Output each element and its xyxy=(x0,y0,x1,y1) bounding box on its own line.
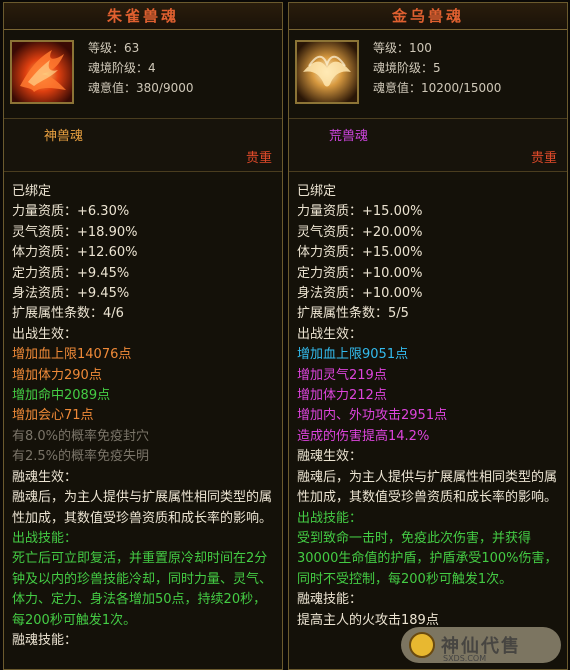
attribute-line: 融魂技能： xyxy=(12,632,78,648)
item-title: 金乌兽魂 xyxy=(289,3,567,30)
level-text: 等级：63 xyxy=(88,41,140,55)
attribute-line: 力量资质：+6.30% xyxy=(12,204,130,220)
attribute-line: 融魂后，为主人提供与扩展属性相同类型的属性加成，其数值受珍兽资质和成长率的影响。 xyxy=(12,490,273,526)
attribute-line: 灵气资质：+18.90% xyxy=(12,224,138,240)
attribute-line: 增加体力290点 xyxy=(12,367,102,383)
phoenix-icon xyxy=(10,40,74,104)
attribute-line: 增加体力212点 xyxy=(297,388,387,404)
attribute-line: 体力资质：+12.60% xyxy=(12,245,138,261)
golden-bird-icon xyxy=(295,40,359,104)
attribute-line: 扩展属性条数：4/6 xyxy=(12,306,124,322)
attribute-line: 融魂后，为主人提供与扩展属性相同类型的属性加成，其数值受珍兽资质和成长率的影响。 xyxy=(297,469,558,506)
attribute-line: 灵气资质：+20.00% xyxy=(297,224,423,240)
attribute-line: 增加内、外功攻击2951点 xyxy=(297,408,448,424)
attribute-line: 力量资质：+15.00% xyxy=(297,204,423,220)
attribute-line: 死亡后可立即复活，并重置原冷却时间在2分钟及以内的珍兽技能冷却，同时力量、灵气、… xyxy=(12,551,273,628)
attribute-line: 有8.0%的概率免疫封穴 xyxy=(12,428,150,444)
item-title: 朱雀兽魂 xyxy=(4,3,282,30)
attribute-line: 增加血上限14076点 xyxy=(12,347,132,363)
attributes-body: 已绑定力量资质：+6.30% 灵气资质：+18.90% 体力资质：+12.60% 定力… xyxy=(4,172,282,651)
stats-block: 等级：63 魂境阶级：4 魂意值：380/9000 xyxy=(88,38,194,98)
watermark-url: SXDS.COM xyxy=(443,654,487,663)
soul-value-text: 魂意值：380/9000 xyxy=(88,81,194,95)
attribute-line: 身法资质：+9.45% xyxy=(12,286,130,302)
soul-value-text: 魂意值：10200/15000 xyxy=(373,81,502,95)
mascot-icon xyxy=(409,632,435,658)
site-watermark: 神仙代售 SXDS.COM xyxy=(401,627,561,663)
attribute-line: 融魂生效： xyxy=(297,449,363,465)
type-row: 神兽魂 贵重 xyxy=(4,119,282,172)
attribute-line: 融魂生效： xyxy=(12,469,78,485)
attribute-line: 融魂技能： xyxy=(297,592,363,608)
attribute-line: 增加血上限9051点 xyxy=(297,347,409,363)
realm-text: 魂境阶级：4 xyxy=(88,61,156,75)
attributes-body: 已绑定力量资质：+15.00% 灵气资质：+20.00% 体力资质：+15.00% 定… xyxy=(289,172,567,631)
attribute-line: 增加会心71点 xyxy=(12,408,94,424)
attribute-line: 扩展属性条数：5/5 xyxy=(297,306,409,322)
attribute-line: 定力资质：+10.00% xyxy=(297,265,423,281)
level-text: 等级：100 xyxy=(373,41,432,55)
attribute-line: 出战生效： xyxy=(12,326,78,342)
type-row: 荒兽魂 贵重 xyxy=(289,119,567,172)
rarity-label: 贵重 xyxy=(245,151,272,166)
attribute-line: 已绑定 xyxy=(297,184,337,199)
attribute-line: 有2.5%的概率免疫失明 xyxy=(12,449,150,465)
rarity-label: 贵重 xyxy=(530,151,557,166)
beast-soul-compare: 朱雀兽魂 等级：63 魂境阶级：4 魂意值：380/9000 神兽魂 贵重 已绑… xyxy=(0,0,570,670)
attribute-line: 增加命中2089点 xyxy=(12,388,111,404)
attribute-line: 出战技能： xyxy=(12,530,78,546)
soul-type: 荒兽魂 xyxy=(329,129,369,144)
attribute-line: 增加灵气219点 xyxy=(297,367,387,383)
attribute-line: 身法资质：+10.00% xyxy=(297,286,423,302)
attribute-line: 出战技能： xyxy=(297,510,363,526)
attribute-line: 受到致命一击时，免疫此次伤害，并获得30000生命值的护盾，护盾承受100%伤害… xyxy=(297,530,558,587)
beast-soul-tooltip-left: 朱雀兽魂 等级：63 魂境阶级：4 魂意值：380/9000 神兽魂 贵重 已绑… xyxy=(3,2,283,670)
beast-soul-tooltip-right: 金乌兽魂 等级：100 魂境阶级：5 魂意值：10200/15000 荒兽魂 贵… xyxy=(288,2,568,670)
attribute-line: 已绑定 xyxy=(12,184,52,199)
attribute-line: 定力资质：+9.45% xyxy=(12,265,130,281)
attribute-line: 出战生效： xyxy=(297,326,363,342)
realm-text: 魂境阶级：5 xyxy=(373,61,441,75)
info-section: 等级：63 魂境阶级：4 魂意值：380/9000 xyxy=(4,30,282,119)
info-section: 等级：100 魂境阶级：5 魂意值：10200/15000 xyxy=(289,30,567,119)
attribute-line: 造成的伤害提高14.2% xyxy=(297,428,430,444)
attribute-line: 体力资质：+15.00% xyxy=(297,245,423,261)
soul-type: 神兽魂 xyxy=(44,129,84,144)
stats-block: 等级：100 魂境阶级：5 魂意值：10200/15000 xyxy=(373,38,501,98)
